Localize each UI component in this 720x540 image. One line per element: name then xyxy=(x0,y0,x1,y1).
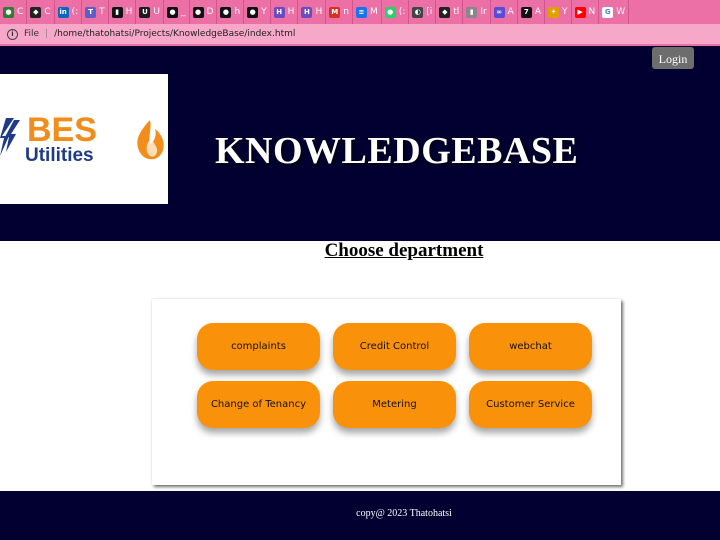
login-button[interactable]: Login xyxy=(652,47,694,69)
tab-label: A xyxy=(534,7,542,17)
seven-fav-icon: 7 xyxy=(520,6,532,18)
address-url[interactable]: /home/thatohatsi/Projects/KnowledgeBase/… xyxy=(54,29,295,39)
compass-fav-icon: ◆ xyxy=(439,6,451,18)
browser-tab[interactable]: TT xyxy=(82,0,109,24)
site-footer: copy@ 2023 Thatohatsi xyxy=(0,491,720,540)
info-icon[interactable]: i xyxy=(7,28,18,40)
github-fav-icon: ● xyxy=(167,6,179,18)
tab-label: (: xyxy=(398,7,406,17)
address-bar[interactable]: i File | /home/thatohatsi/Projects/Knowl… xyxy=(0,24,720,46)
linkedin-fav-icon: in xyxy=(57,6,69,18)
tab-label: C xyxy=(17,7,24,17)
browser-tab[interactable]: Mn xyxy=(326,0,353,24)
tab-label: W xyxy=(616,7,626,17)
tab-label: N xyxy=(588,7,596,17)
svg-text:Utilities: Utilities xyxy=(25,145,94,166)
whatsapp-fav-icon: ● xyxy=(384,6,396,18)
github-fav-icon: ● xyxy=(220,6,232,18)
address-scheme: File xyxy=(24,29,40,39)
browser-tab[interactable]: ◐ [i xyxy=(409,0,437,24)
browser-tab[interactable]: ▶ N xyxy=(572,0,600,24)
site-title: KNOWLEDGEBASE xyxy=(215,130,579,172)
bars-fav-icon: ▮ xyxy=(466,6,478,18)
bes-logo-graphic: BES Utilities xyxy=(0,111,164,166)
tab-label: tl xyxy=(453,7,460,17)
hyperskill-fav-icon: H xyxy=(273,6,285,18)
ai-fav-icon: ∞ xyxy=(493,6,505,18)
choose-department-heading: Choose department xyxy=(324,240,484,261)
github-fav-icon: ● xyxy=(192,6,204,18)
tab-label: h xyxy=(234,7,241,17)
browser-tab[interactable]: ✦ Y xyxy=(545,0,572,24)
browser-tab[interactable]: 7A xyxy=(518,0,546,24)
udemy-fav-icon: U xyxy=(139,6,151,18)
compass-fav-icon: ◆ xyxy=(30,6,42,18)
browser-tab[interactable]: ∞ A xyxy=(491,0,518,24)
browser-tab[interactable]: HH xyxy=(298,0,327,24)
browser-tab[interactable]: ● D xyxy=(190,0,218,24)
tab-label: M xyxy=(369,7,378,17)
department-card: complaints Credit Control webchat Change… xyxy=(152,299,621,485)
mail-fav-icon: M xyxy=(329,6,341,18)
department-button-customer-service[interactable]: Customer Service xyxy=(469,381,592,428)
browser-tab[interactable]: ● C xyxy=(0,0,28,24)
youtube-fav-icon: ▶ xyxy=(574,6,586,18)
hub-fav-icon: ▮ xyxy=(111,6,123,18)
tab-label: T xyxy=(99,7,105,17)
tab-label: U xyxy=(153,7,161,17)
github-fav-icon: ● xyxy=(247,6,259,18)
chat-fav-icon: ◐ xyxy=(412,6,424,18)
browser-tab[interactable]: GW xyxy=(599,0,630,24)
svg-text:BES: BES xyxy=(27,111,97,149)
tab-label: H xyxy=(315,7,323,17)
browser-tab[interactable]: ● Y xyxy=(244,0,271,24)
tab-label: H xyxy=(287,7,295,17)
site-header: Login BES Utilities KNOWLEDGEBASE xyxy=(0,46,720,241)
browser-tab[interactable]: in (: xyxy=(55,0,83,24)
browser-tab[interactable]: ● h xyxy=(217,0,245,24)
browser-tab[interactable]: ≡ M xyxy=(353,0,382,24)
tab-label: D xyxy=(206,7,214,17)
browser-tab[interactable]: ◆ C xyxy=(27,0,55,24)
department-button-credit-control[interactable]: Credit Control xyxy=(333,323,456,370)
browser-tab[interactable]: UU xyxy=(136,0,165,24)
tab-label: [i xyxy=(426,7,433,17)
google-fav-icon: G xyxy=(602,6,614,18)
tab-label: n xyxy=(343,7,349,17)
browser-tab[interactable]: HH xyxy=(271,0,299,24)
browser-tab[interactable]: ▮ H xyxy=(109,0,137,24)
tab-label: C xyxy=(44,7,51,17)
department-button-change-of-tenancy[interactable]: Change of Tenancy xyxy=(197,381,320,428)
company-logo[interactable]: BES Utilities xyxy=(0,74,168,204)
department-button-complaints[interactable]: complaints xyxy=(197,323,320,370)
tab-label: A xyxy=(507,7,514,17)
docs-fav-icon: ≡ xyxy=(355,6,367,18)
tab-label: Y xyxy=(261,7,267,17)
puzzle-fav-icon: ✦ xyxy=(548,6,560,18)
browser-tab[interactable]: ▮ Ir xyxy=(463,0,491,24)
browser-tab[interactable]: ● (: xyxy=(382,0,410,24)
browser-tab[interactable]: ◆ tl xyxy=(436,0,464,24)
tab-label: _ xyxy=(181,7,186,17)
department-button-metering[interactable]: Metering xyxy=(333,381,456,428)
hyperskill-fav-icon: H xyxy=(301,6,313,18)
tab-label: H xyxy=(125,7,133,17)
tab-label: (: xyxy=(71,7,79,17)
teams-fav-icon: T xyxy=(85,6,97,18)
tab-label: Y xyxy=(562,7,568,17)
chrome-fav-icon: ● xyxy=(3,6,14,18)
browser-tab[interactable]: ● _ xyxy=(164,0,190,24)
browser-tab-strip: ● C ◆ C in (: TT ▮ H UU ● _ ● D ● h ● Y HH HH Mn… xyxy=(0,0,720,24)
copyright-text: copy@ 2023 Thatohatsi xyxy=(356,508,452,519)
address-separator: | xyxy=(45,29,49,39)
tab-label: Ir xyxy=(480,7,487,17)
department-button-webchat[interactable]: webchat xyxy=(469,323,592,370)
